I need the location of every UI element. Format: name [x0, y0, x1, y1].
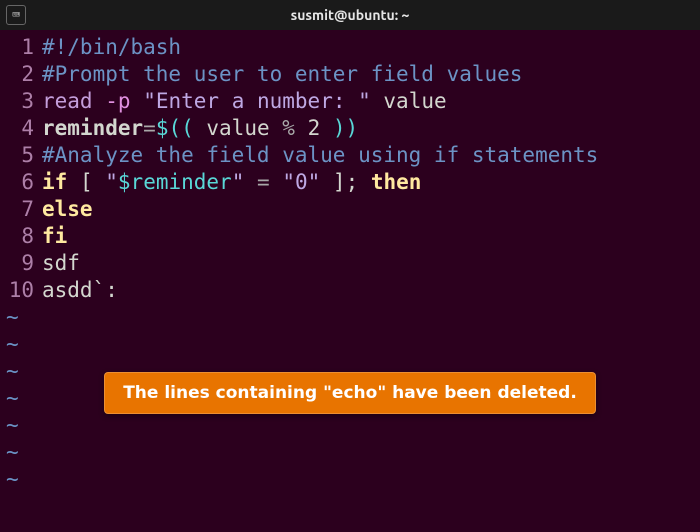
code-token: $reminder — [118, 170, 232, 194]
code-token: " — [105, 170, 118, 194]
editor-viewport[interactable]: 1#!/bin/bash2#Prompt the user to enter f… — [0, 30, 700, 493]
line-code[interactable]: #Prompt the user to enter field values — [42, 61, 700, 88]
editor-line[interactable]: 2#Prompt the user to enter field values — [2, 61, 700, 88]
code-token: #Prompt the user to enter field values — [42, 62, 522, 86]
line-number: 10 — [2, 277, 42, 304]
code-token: asdd`: — [42, 278, 118, 302]
code-token: reminder — [42, 116, 143, 140]
code-token: if — [42, 170, 67, 194]
titlebar: ⌨ susmit@ubuntu: ~ — [0, 0, 700, 30]
code-token — [67, 170, 80, 194]
code-token: value — [371, 89, 447, 113]
editor-line[interactable]: 6if [ "$reminder" = "0" ]; then — [2, 169, 700, 196]
line-number: 3 — [2, 88, 42, 115]
code-token: read — [42, 89, 93, 113]
terminal-app-icon-glyph: ⌨ — [12, 8, 20, 23]
editor-line[interactable]: 10asdd`: — [2, 277, 700, 304]
code-token: #Analyze the field value using if statem… — [42, 143, 598, 167]
code-token: = — [257, 170, 270, 194]
line-code[interactable]: else — [42, 196, 700, 223]
empty-line-tilde: ~ — [2, 385, 700, 412]
line-number: 4 — [2, 115, 42, 142]
code-token: )) — [333, 116, 358, 140]
line-number: 2 — [2, 61, 42, 88]
editor-line[interactable]: 5#Analyze the field value using if state… — [2, 142, 700, 169]
code-token: % — [282, 116, 295, 140]
code-token: then — [371, 170, 422, 194]
code-token: "0" — [282, 170, 320, 194]
code-token: value — [194, 116, 283, 140]
editor-line[interactable]: 3read -p "Enter a number: " value — [2, 88, 700, 115]
code-token: = — [143, 116, 156, 140]
empty-line-tilde: ~ — [2, 331, 700, 358]
editor-line[interactable]: 8fi — [2, 223, 700, 250]
code-token: sdf — [42, 251, 80, 275]
line-code[interactable]: asdd`: — [42, 277, 700, 304]
editor-line[interactable]: 1#!/bin/bash — [2, 34, 700, 61]
line-code[interactable]: if [ "$reminder" = "0" ]; then — [42, 169, 700, 196]
code-token — [93, 89, 106, 113]
empty-line-tilde: ~ — [2, 466, 700, 493]
code-token: ]; — [333, 170, 371, 194]
code-token: $(( — [156, 116, 194, 140]
code-token: #!/bin/bash — [42, 35, 181, 59]
line-code[interactable]: read -p "Enter a number: " value — [42, 88, 700, 115]
code-token: else — [42, 197, 93, 221]
line-code[interactable]: #Analyze the field value using if statem… — [42, 142, 700, 169]
editor-line[interactable]: 9sdf — [2, 250, 700, 277]
terminal-app-icon[interactable]: ⌨ — [6, 5, 26, 25]
line-number: 9 — [2, 250, 42, 277]
editor-line[interactable]: 7else — [2, 196, 700, 223]
empty-line-tilde: ~ — [2, 358, 700, 385]
line-code[interactable]: reminder=$(( value % 2 )) — [42, 115, 700, 142]
line-number: 5 — [2, 142, 42, 169]
line-code[interactable]: fi — [42, 223, 700, 250]
window-title: susmit@ubuntu: ~ — [0, 7, 700, 23]
code-token — [244, 170, 257, 194]
line-code[interactable]: sdf — [42, 250, 700, 277]
empty-line-tilde: ~ — [2, 439, 700, 466]
code-token: 2 — [295, 116, 333, 140]
code-token: "Enter a number: " — [143, 89, 371, 113]
code-token: " — [232, 170, 245, 194]
line-number: 6 — [2, 169, 42, 196]
line-number: 7 — [2, 196, 42, 223]
code-token: [ — [80, 170, 105, 194]
code-token: fi — [42, 224, 67, 248]
line-number: 1 — [2, 34, 42, 61]
empty-line-tilde: ~ — [2, 304, 700, 331]
editor-line[interactable]: 4reminder=$(( value % 2 )) — [2, 115, 700, 142]
code-token — [131, 89, 144, 113]
code-token: -p — [105, 89, 130, 113]
empty-line-tilde: ~ — [2, 412, 700, 439]
code-token — [270, 170, 283, 194]
code-token — [320, 170, 333, 194]
line-code[interactable]: #!/bin/bash — [42, 34, 700, 61]
line-number: 8 — [2, 223, 42, 250]
